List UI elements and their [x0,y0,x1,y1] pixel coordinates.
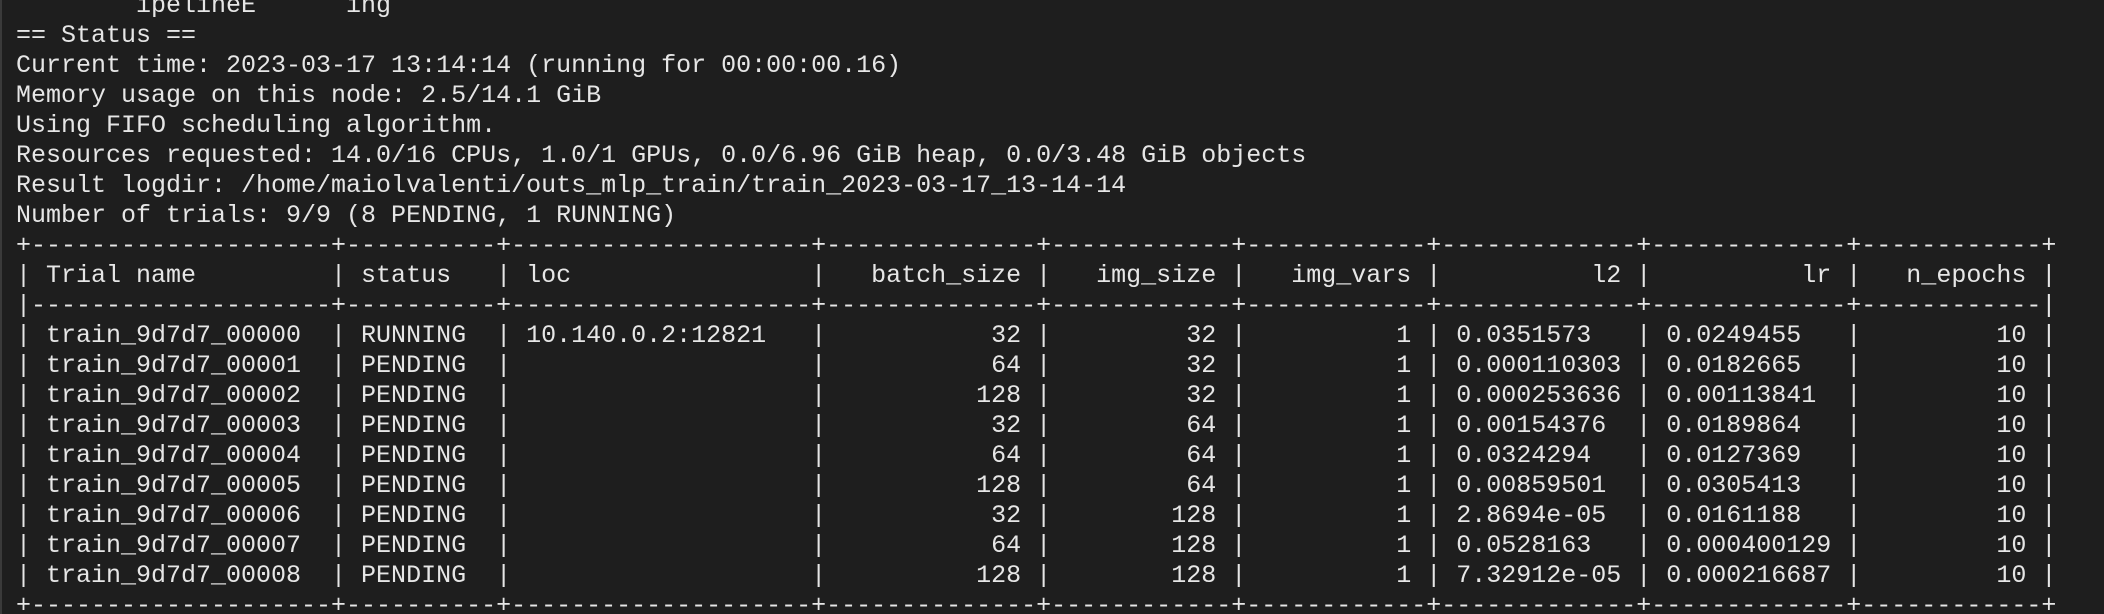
terminal-output: ipelineE ing == Status == Current time: 20… [16,0,2056,614]
table-header-separator: |--------------------+----------+-------… [16,291,2057,320]
table-bottom-border: +--------------------+----------+-------… [16,591,2057,614]
table-row: | train_9d7d7_00004 | PENDING | | 64 | 6… [16,441,2057,470]
status-header: == Status == [16,21,197,50]
table-row: | train_9d7d7_00002 | PENDING | | 128 | … [16,381,2057,410]
table-row: | train_9d7d7_00008 | PENDING | | 128 | … [16,561,2057,590]
scheduling-algorithm-line: Using FIFO scheduling algorithm. [16,111,497,140]
current-time-line: Current time: 2023-03-17 13:14:14 (runni… [16,51,902,80]
table-top-border: +--------------------+----------+-------… [16,231,2057,260]
table-row: | train_9d7d7_00000 | RUNNING | 10.140.0… [16,321,2057,350]
table-row: | train_9d7d7_00007 | PENDING | | 64 | 1… [16,531,2057,560]
resources-requested-line: Resources requested: 14.0/16 CPUs, 1.0/1… [16,141,1307,170]
terminal-line-cut-off: ipelineE ing [16,0,392,20]
table-header-row: | Trial name | status | loc | batch_size… [16,261,2057,290]
number-of-trials-line: Number of trials: 9/9 (8 PENDING, 1 RUNN… [16,201,677,230]
memory-usage-line: Memory usage on this node: 2.5/14.1 GiB [16,81,602,110]
terminal-window[interactable]: ipelineE ing == Status == Current time: 20… [0,0,2104,614]
table-row: | train_9d7d7_00001 | PENDING | | 64 | 3… [16,351,2057,380]
table-row: | train_9d7d7_00003 | PENDING | | 32 | 6… [16,411,2057,440]
table-row: | train_9d7d7_00006 | PENDING | | 32 | 1… [16,501,2057,530]
result-logdir-line: Result logdir: /home/maiolvalenti/outs_m… [16,171,1127,200]
table-row: | train_9d7d7_00005 | PENDING | | 128 | … [16,471,2057,500]
